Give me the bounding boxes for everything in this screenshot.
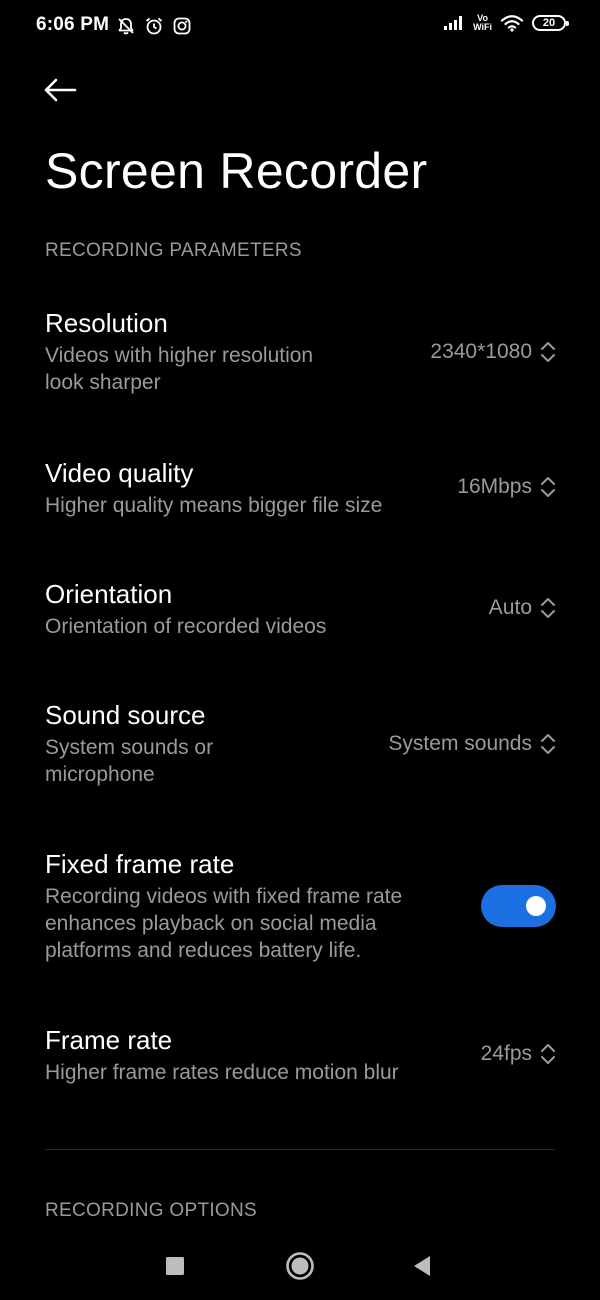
setting-video-quality-text: Video quality Higher quality means bigge… [45, 456, 382, 519]
setting-fixed-frame-rate-desc-line1: Recording videos with fixed frame rate [45, 885, 403, 908]
setting-orientation-desc: Orientation of recorded videos [45, 615, 327, 638]
section-header-recording-options: RECORDING OPTIONS [45, 1200, 258, 1221]
chevron-up-down-icon [541, 734, 555, 754]
setting-resolution-desc-line2: look sharper [45, 371, 161, 394]
setting-frame-rate-text: Frame rate Higher frame rates reduce mot… [45, 1023, 399, 1086]
navigation-bar [0, 1236, 600, 1292]
signal-icon [444, 16, 463, 30]
setting-sound-source-desc: System sounds or microphone [45, 734, 213, 788]
setting-resolution-text: Resolution Videos with higher resolution… [45, 306, 313, 396]
home-circle-icon [286, 1252, 314, 1280]
status-right-icons: Vo WiFi 20 [443, 14, 569, 32]
battery-level: 20 [542, 17, 556, 29]
recents-button[interactable] [155, 1246, 195, 1286]
setting-sound-source-desc-line1: System sounds or [45, 736, 214, 759]
setting-fixed-frame-rate-text: Fixed frame rate Recording videos with f… [45, 847, 402, 964]
setting-video-quality-desc: Higher quality means bigger file size [45, 494, 383, 517]
battery-icon: 20 [532, 15, 569, 31]
back-button[interactable] [38, 70, 82, 110]
setting-video-quality[interactable]: Video quality Higher quality means bigge… [0, 456, 600, 526]
setting-frame-rate-title: Frame rate [45, 1025, 173, 1055]
setting-orientation[interactable]: Orientation Orientation of recorded vide… [0, 577, 600, 647]
setting-sound-source-desc-line2: microphone [45, 763, 155, 786]
nav-back-button[interactable] [402, 1246, 442, 1286]
instagram-icon [173, 17, 191, 35]
setting-frame-rate[interactable]: Frame rate Higher frame rates reduce mot… [0, 1023, 600, 1093]
fixed-frame-rate-toggle[interactable] [481, 885, 556, 927]
notifications-off-icon [118, 18, 134, 35]
setting-orientation-value-text: Auto [488, 596, 532, 619]
setting-sound-source[interactable]: Sound source System sounds or microphone… [0, 698, 600, 798]
setting-fixed-frame-rate-title: Fixed frame rate [45, 849, 235, 879]
setting-fixed-frame-rate-desc-line3: platforms and reduces battery life. [45, 939, 362, 962]
page-title: Screen Recorder [45, 143, 428, 199]
vowifi-bottom: WiFi [473, 22, 492, 32]
wifi-icon [500, 15, 524, 32]
status-bar: 6:06 PM Vo WiFi 20 [0, 0, 600, 56]
setting-video-quality-value[interactable]: 16Mbps [457, 475, 556, 499]
toggle-knob [526, 896, 546, 916]
setting-orientation-title: Orientation [45, 579, 173, 609]
chevron-up-down-icon [541, 477, 555, 497]
setting-video-quality-title: Video quality [45, 458, 194, 488]
setting-frame-rate-value-text: 24fps [480, 1042, 532, 1065]
chevron-up-down-icon [541, 342, 555, 362]
setting-resolution[interactable]: Resolution Videos with higher resolution… [0, 306, 600, 406]
status-time: 6:06 PM [36, 14, 110, 35]
setting-video-quality-value-text: 16Mbps [457, 475, 532, 498]
setting-sound-source-title: Sound source [45, 700, 206, 730]
setting-fixed-frame-rate[interactable]: Fixed frame rate Recording videos with f… [0, 847, 600, 972]
section-header-recording-parameters: RECORDING PARAMETERS [45, 240, 302, 261]
setting-orientation-text: Orientation Orientation of recorded vide… [45, 577, 326, 640]
setting-orientation-value[interactable]: Auto [489, 596, 556, 620]
setting-sound-source-value-text: System sounds [388, 732, 532, 755]
setting-resolution-title: Resolution [45, 308, 168, 338]
setting-resolution-value[interactable]: 2340*1080 [430, 340, 556, 364]
vowifi-icon: Vo WiFi [473, 14, 492, 32]
recents-square-icon [166, 1257, 184, 1275]
setting-sound-source-value[interactable]: System sounds [388, 732, 556, 756]
arrow-left-icon [44, 78, 77, 102]
setting-frame-rate-value[interactable]: 24fps [481, 1042, 556, 1066]
back-triangle-icon [414, 1256, 430, 1276]
setting-resolution-desc-line1: Videos with higher resolution [45, 344, 314, 367]
home-button[interactable] [280, 1246, 320, 1286]
setting-fixed-frame-rate-desc-line2: enhances playback on social media [45, 912, 377, 935]
chevron-up-down-icon [541, 1044, 555, 1064]
setting-resolution-desc: Videos with higher resolution look sharp… [45, 342, 313, 396]
setting-sound-source-text: Sound source System sounds or microphone [45, 698, 213, 788]
setting-resolution-value-text: 2340*1080 [430, 340, 532, 363]
setting-frame-rate-desc: Higher frame rates reduce motion blur [45, 1061, 399, 1084]
status-left-icons [116, 16, 192, 36]
chevron-up-down-icon [541, 598, 555, 618]
section-divider [45, 1149, 555, 1150]
alarm-icon [145, 17, 163, 35]
setting-fixed-frame-rate-desc: Recording videos with fixed frame rate e… [45, 883, 402, 964]
